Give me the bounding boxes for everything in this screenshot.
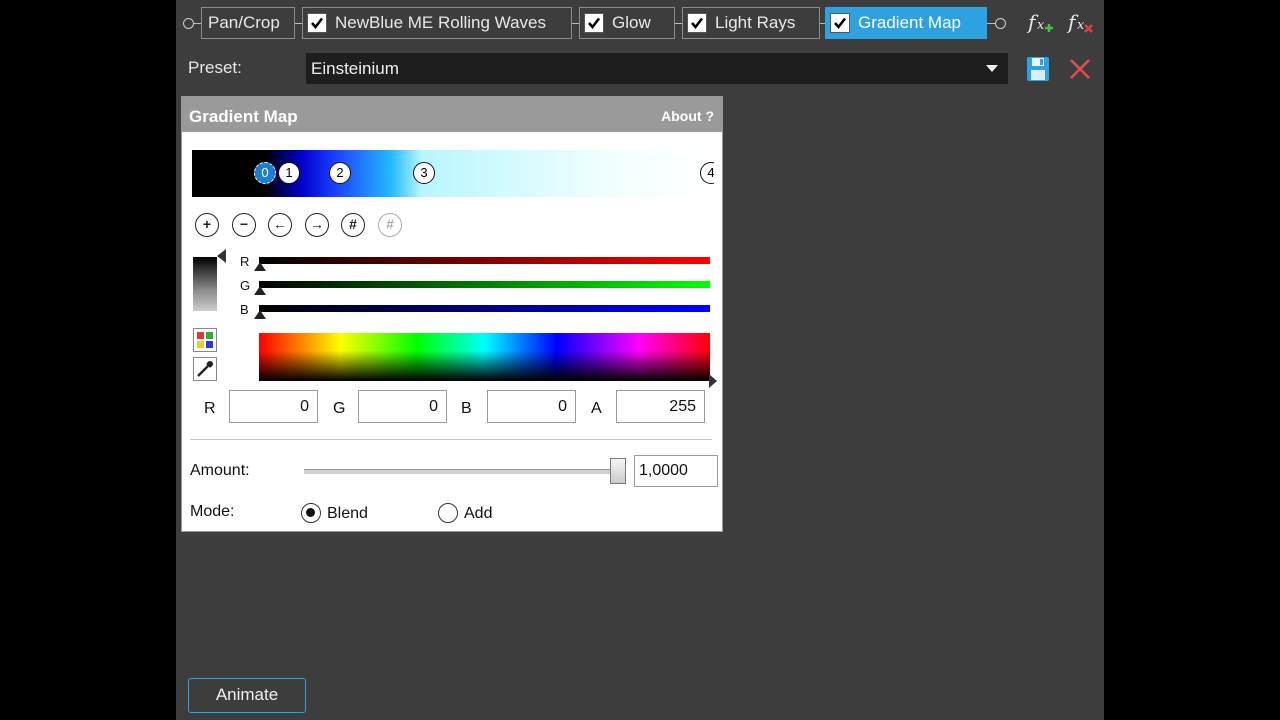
fx-remove-icon: f x bbox=[1066, 10, 1093, 34]
dialog-header: Gradient Map About ? bbox=[182, 97, 722, 132]
effect-glow[interactable]: Glow bbox=[579, 7, 675, 39]
mode-label: Mode: bbox=[190, 503, 235, 520]
color-palette-button[interactable] bbox=[193, 328, 217, 352]
svg-text:x: x bbox=[1037, 18, 1045, 33]
checkmark-icon bbox=[691, 17, 703, 29]
fx-add-icon: f x bbox=[1026, 10, 1053, 34]
red-slider-marker[interactable] bbox=[254, 262, 266, 271]
mode-add-label[interactable]: Add bbox=[464, 505, 492, 523]
blue-slider-marker[interactable] bbox=[254, 310, 266, 319]
save-preset-button[interactable] bbox=[1026, 56, 1050, 82]
chevron-down-icon bbox=[986, 65, 998, 72]
effect-label: NewBlue ME Rolling Waves bbox=[335, 13, 546, 32]
channel-label-r: R bbox=[240, 254, 250, 269]
green-channel-slider[interactable] bbox=[259, 281, 710, 288]
red-value-input[interactable]: 0 bbox=[229, 390, 318, 423]
effect-gradient-map[interactable]: Gradient Map bbox=[825, 7, 987, 39]
b-label: B bbox=[461, 400, 472, 417]
delete-preset-button[interactable] bbox=[1068, 57, 1092, 81]
alpha-marker[interactable] bbox=[217, 249, 226, 263]
distribute-stops-button[interactable]: # bbox=[341, 213, 365, 237]
effect-label: Glow bbox=[612, 13, 651, 32]
a-label: A bbox=[591, 400, 602, 417]
effect-enable-checkbox[interactable] bbox=[830, 13, 850, 33]
checkmark-icon bbox=[588, 17, 600, 29]
mode-blend-label[interactable]: Blend bbox=[327, 505, 368, 523]
channel-label-b: B bbox=[240, 302, 249, 317]
svg-text:x: x bbox=[1077, 18, 1085, 33]
preset-label: Preset: bbox=[188, 58, 242, 77]
gradient-stop[interactable]: 1 bbox=[278, 162, 300, 184]
red-channel-slider[interactable] bbox=[259, 257, 710, 264]
about-link[interactable]: About ? bbox=[661, 108, 714, 124]
green-slider-marker[interactable] bbox=[254, 286, 266, 295]
effect-label: Gradient Map bbox=[858, 13, 961, 32]
palette-icon bbox=[197, 332, 213, 348]
eyedropper-button[interactable] bbox=[193, 357, 217, 381]
checkmark-icon bbox=[311, 17, 323, 29]
dialog-title: Gradient Map bbox=[189, 107, 298, 126]
spectrum-edge bbox=[259, 329, 710, 333]
amount-slider-thumb[interactable] bbox=[610, 458, 626, 484]
g-label: G bbox=[333, 400, 346, 417]
move-stop-left-button[interactable]: ← bbox=[268, 213, 292, 237]
close-icon bbox=[1070, 59, 1090, 79]
chain-end-node bbox=[995, 18, 1006, 29]
preset-dropdown[interactable]: Einsteinium bbox=[306, 53, 1008, 84]
gradient-stop[interactable]: 0 bbox=[254, 162, 276, 184]
alpha-value-input[interactable]: 255 bbox=[616, 390, 705, 423]
add-stop-button[interactable]: + bbox=[195, 213, 219, 237]
eyedropper-icon bbox=[197, 361, 213, 377]
effect-label: Pan/Crop bbox=[208, 13, 280, 32]
amount-slider-track[interactable] bbox=[304, 469, 626, 474]
blue-value-input[interactable]: 0 bbox=[487, 390, 576, 423]
effect-enable-checkbox[interactable] bbox=[584, 13, 604, 33]
spectrum-marker[interactable] bbox=[709, 374, 717, 388]
preset-value: Einsteinium bbox=[311, 59, 399, 78]
r-label: R bbox=[204, 400, 216, 417]
divider bbox=[190, 439, 712, 440]
color-spectrum[interactable] bbox=[259, 330, 710, 381]
add-plugin-button[interactable]: f x bbox=[1026, 8, 1054, 38]
mode-blend-radio[interactable] bbox=[301, 503, 321, 523]
effect-label: Light Rays bbox=[715, 13, 796, 32]
effect-light-rays[interactable]: Light Rays bbox=[682, 7, 820, 39]
checkmark-icon bbox=[834, 17, 846, 29]
green-value-input[interactable]: 0 bbox=[358, 390, 447, 423]
floppy-disk-icon bbox=[1027, 57, 1049, 81]
effect-enable-checkbox[interactable] bbox=[307, 13, 327, 33]
gradient-stop-clip: 4 bbox=[700, 162, 714, 184]
amount-input[interactable]: 1,0000 bbox=[634, 455, 718, 487]
effect-rolling-waves[interactable]: NewBlue ME Rolling Waves bbox=[302, 7, 572, 39]
move-stop-right-button[interactable]: → bbox=[305, 213, 329, 237]
chain-start-node bbox=[183, 18, 194, 29]
gradient-stop[interactable]: 2 bbox=[329, 162, 351, 184]
animate-button[interactable]: Animate bbox=[188, 678, 306, 713]
blue-channel-slider[interactable] bbox=[259, 305, 710, 312]
gradient-stop[interactable]: 3 bbox=[413, 162, 435, 184]
gradient-stop[interactable]: 4 bbox=[700, 162, 714, 184]
gradient-map-dialog: Gradient Map About ? 0 1 2 3 4 + − ← → #… bbox=[181, 96, 723, 532]
channel-label-g: G bbox=[240, 278, 251, 293]
remove-stop-button[interactable]: − bbox=[232, 213, 256, 237]
reverse-stops-button[interactable]: # bbox=[378, 213, 402, 237]
remove-plugin-button[interactable]: f x bbox=[1066, 8, 1094, 38]
alpha-swatch[interactable] bbox=[193, 257, 217, 311]
effect-pan-crop[interactable]: Pan/Crop bbox=[201, 7, 295, 39]
effect-enable-checkbox[interactable] bbox=[687, 13, 707, 33]
mode-add-radio[interactable] bbox=[438, 503, 458, 523]
amount-label: Amount: bbox=[190, 462, 250, 479]
